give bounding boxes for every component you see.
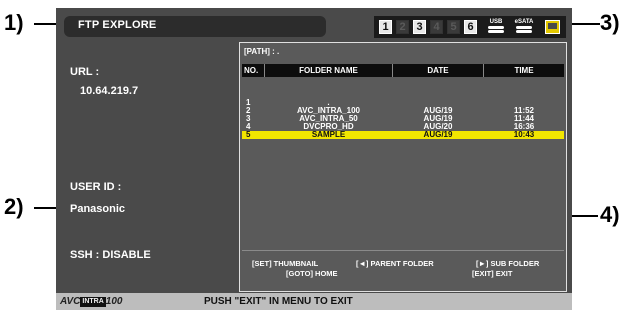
callout-4-label: 4) xyxy=(600,202,620,227)
slot-3-indicator: 3 xyxy=(413,20,426,34)
url-value: 10.64.219.7 xyxy=(80,85,139,97)
footer-bar: AVC INTRA 100 PUSH "EXIT" IN MENU TO EXIT xyxy=(56,293,572,310)
row-folder-name: SAMPLE xyxy=(311,130,346,139)
screen-title: FTP EXPLORE xyxy=(78,19,157,31)
hint-sub-folder: [►] SUB FOLDER xyxy=(476,259,540,268)
slot-2-indicator: 2 xyxy=(396,20,409,34)
row-date: AUG/19 xyxy=(423,130,453,139)
row-time: 10:43 xyxy=(513,130,535,139)
title-bar: FTP EXPLORE xyxy=(64,16,326,37)
exit-instruction: PUSH "EXIT" IN MENU TO EXIT xyxy=(204,296,353,307)
network-monitor-icon xyxy=(545,20,560,34)
row-no: 5 xyxy=(246,130,251,139)
slot-5-indicator: 5 xyxy=(447,20,460,34)
hint-thumbnail: [SET] THUMBNAIL xyxy=(252,259,319,268)
user-id-value: Panasonic xyxy=(70,203,126,215)
ssh-status: SSH : DISABLE xyxy=(70,249,151,261)
slot-6-indicator: 6 xyxy=(464,20,477,34)
callout-1-label: 1) xyxy=(4,10,24,35)
usb-drive-icon: USB xyxy=(484,19,508,35)
slot-1-indicator: 1 xyxy=(379,20,392,34)
hint-home: [GOTO] HOME xyxy=(286,269,338,278)
hint-exit: [EXIT] EXIT xyxy=(472,269,513,278)
hint-divider xyxy=(242,250,564,251)
column-header-time: TIME xyxy=(514,66,534,75)
path-display: [PATH] : . xyxy=(244,47,280,56)
callout-3-label: 3) xyxy=(600,10,620,35)
esata-drive-icon: eSATA xyxy=(512,19,536,35)
callout-2-label: 2) xyxy=(4,194,24,219)
folder-list: 1 . 2 AVC_INTRA_100 AUG/19 11:52 3 AVC_I… xyxy=(242,99,564,139)
user-id-label: USER ID : xyxy=(70,181,122,193)
avc-intra-logo: AVC INTRA 100 xyxy=(60,296,123,307)
slot-4-indicator: 4 xyxy=(430,20,443,34)
column-header-date: DATE xyxy=(427,66,449,75)
esata-label: eSATA xyxy=(514,19,534,25)
ftp-explore-screen: FTP EXPLORE 1 2 3 4 5 6 USB eSATA URL : … xyxy=(56,8,572,310)
folder-row-selected[interactable]: 5 SAMPLE AUG/19 10:43 xyxy=(242,131,564,139)
usb-label: USB xyxy=(489,19,503,25)
column-header-no: NO. xyxy=(244,66,259,75)
column-header-folder-name: FOLDER NAME xyxy=(299,66,358,75)
url-label: URL : xyxy=(70,66,100,78)
device-status-bar: 1 2 3 4 5 6 USB eSATA xyxy=(374,16,566,38)
folder-table-header: NO. FOLDER NAME DATE TIME xyxy=(242,64,564,77)
hint-parent-folder: [◄] PARENT FOLDER xyxy=(356,259,434,268)
folder-browser: [PATH] : . NO. FOLDER NAME DATE TIME 1 .… xyxy=(239,42,567,292)
